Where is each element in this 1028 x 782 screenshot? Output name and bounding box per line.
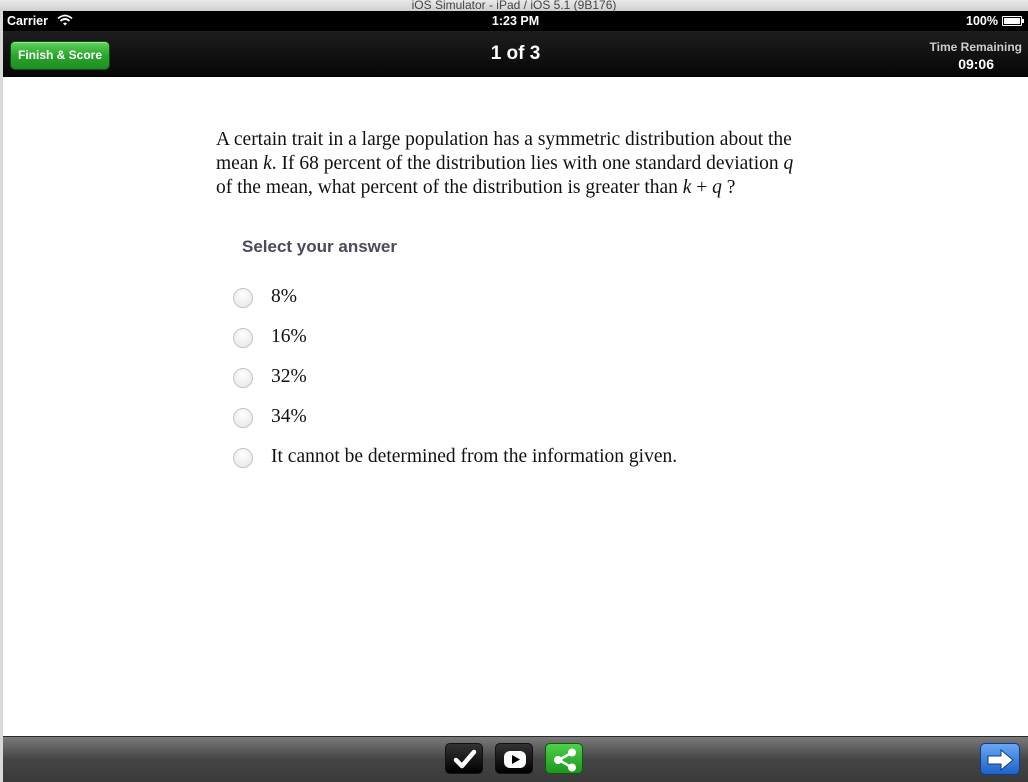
share-button[interactable]	[545, 743, 583, 774]
radio-button[interactable]	[233, 288, 253, 308]
variable-k: k	[263, 153, 272, 174]
checkmark-icon	[453, 749, 477, 769]
bottom-toolbar	[3, 736, 1028, 782]
radio-button[interactable]	[233, 448, 253, 468]
radio-button[interactable]	[233, 368, 253, 388]
next-arrow-icon	[987, 748, 1014, 772]
check-answer-button[interactable]	[445, 743, 483, 774]
time-remaining-value: 09:06	[958, 56, 994, 72]
status-bar: Carrier 1:23 PM 100%	[3, 11, 1028, 31]
question-text: A certain trait in a large population ha…	[216, 129, 794, 198]
video-button[interactable]	[495, 743, 533, 774]
video-play-icon	[504, 751, 526, 768]
answer-option-label: 34%	[271, 406, 307, 427]
answer-option-label: 8%	[271, 286, 297, 307]
question-counter: 1 of 3	[490, 43, 541, 64]
ipad-screen: Carrier 1:23 PM 100% Finish & Score 1 of…	[3, 11, 1028, 782]
battery-icon	[1002, 16, 1024, 26]
radio-button[interactable]	[233, 328, 253, 348]
share-icon	[554, 748, 576, 772]
clock: 1:23 PM	[491, 14, 540, 28]
question-panel: A certain trait in a large population ha…	[3, 77, 1028, 737]
answer-option-label: 32%	[271, 366, 307, 387]
nav-bar: Finish & Score 1 of 3 Time Remaining 09:…	[3, 31, 1028, 77]
radio-button[interactable]	[233, 408, 253, 428]
answer-option-label: It cannot be determined from the informa…	[271, 446, 678, 467]
battery-percent: 100%	[966, 14, 998, 28]
time-remaining-label: Time Remaining	[929, 40, 1022, 54]
variable-q: q	[783, 153, 794, 174]
answer-option-label: 16%	[271, 326, 307, 347]
select-answer-label: Select your answer	[242, 237, 397, 256]
next-question-button[interactable]	[980, 743, 1020, 775]
simulator-title: iOS Simulator - iPad / iOS 5.1 (9B176)	[0, 0, 1028, 11]
